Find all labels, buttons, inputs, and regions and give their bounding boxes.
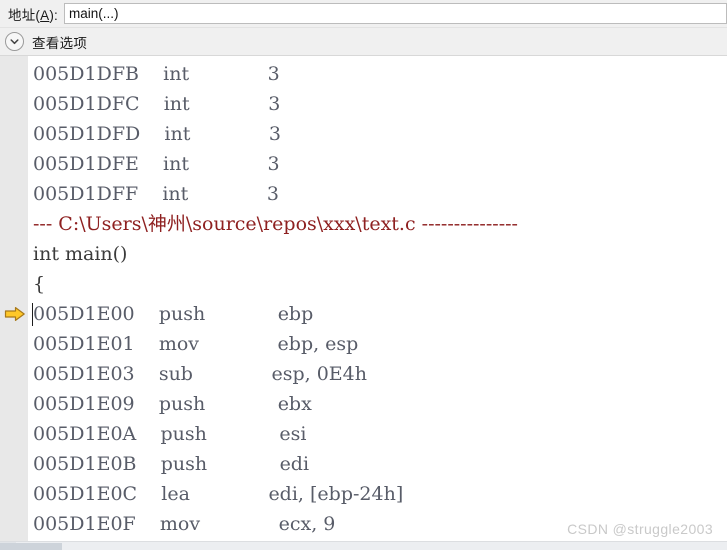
instruction-mnemonic: push <box>158 393 206 415</box>
disassembly-row[interactable]: 005D1DFD int 3 <box>0 119 727 149</box>
source-code-row[interactable]: int main() <box>0 239 727 269</box>
horizontal-scrollbar[interactable] <box>0 541 727 550</box>
execution-pointer-arrow-icon <box>4 306 26 322</box>
source-file-path: --- C:\Users\神州\source\repos\xxx\text.c … <box>33 213 518 235</box>
disassembly-row[interactable]: 005D1E09 push ebx <box>0 389 727 419</box>
text-caret <box>32 303 33 326</box>
instruction-operands: 3 <box>267 153 280 175</box>
instruction-mnemonic: push <box>160 423 207 445</box>
disassembly-row[interactable]: 005D1E03 sub esp, 0E4h <box>0 359 727 389</box>
disassembly-row[interactable]: 005D1DFC int 3 <box>0 89 727 119</box>
instruction-address: 005D1E0C <box>33 483 138 505</box>
disassembly-row[interactable]: 005D1E00 push ebp <box>0 299 727 329</box>
instruction-operands: esp, 0E4h <box>271 363 368 385</box>
instruction-address: 005D1DFB <box>33 63 139 85</box>
instruction-address: 005D1E03 <box>33 363 135 385</box>
instruction-operands: 3 <box>267 63 280 85</box>
instruction-operands: 3 <box>268 93 281 115</box>
instruction-operands: ebp, esp <box>277 333 359 355</box>
code-listing[interactable]: 005D1DFB int 3 005D1DFC int 3 005D1DFD int… <box>0 56 727 547</box>
view-options-label: 查看选项 <box>32 35 88 51</box>
address-toolbar: 地址(A): <box>0 0 727 28</box>
instruction-operands: ebp <box>277 303 314 325</box>
instruction-address: 005D1DFE <box>33 153 139 175</box>
disassembly-row[interactable]: 005D1DFE int 3 <box>0 149 727 179</box>
instruction-mnemonic: sub <box>158 363 193 385</box>
instruction-mnemonic: lea <box>161 483 190 505</box>
instruction-operands: edi, [ebp-24h] <box>268 483 404 505</box>
instruction-mnemonic: mov <box>159 513 201 535</box>
instruction-mnemonic: int <box>164 123 191 145</box>
instruction-address: 005D1DFF <box>33 183 139 205</box>
source-code-row[interactable]: { <box>0 269 727 299</box>
instruction-address: 005D1DFD <box>33 123 141 145</box>
instruction-address: 005D1DFC <box>33 93 140 115</box>
instruction-address: 005D1E0B <box>33 453 137 475</box>
instruction-mnemonic: int <box>162 183 189 205</box>
address-label: 地址(A): <box>8 7 58 23</box>
instruction-mnemonic: push <box>160 453 208 475</box>
address-input-wrapper <box>63 3 727 24</box>
disassembly-row[interactable]: 005D1E0C lea edi, [ebp-24h] <box>0 479 727 509</box>
source-file-separator[interactable]: --- C:\Users\神州\source\repos\xxx\text.c … <box>0 209 727 239</box>
scrollbar-thumb[interactable] <box>0 543 62 550</box>
instruction-operands: edi <box>279 453 310 475</box>
instruction-address: 005D1E0F <box>33 513 136 535</box>
instruction-operands: ebx <box>277 393 312 415</box>
source-code-text: { <box>33 273 46 295</box>
instruction-operands: 3 <box>268 123 281 145</box>
instruction-address: 005D1E01 <box>33 333 135 355</box>
instruction-mnemonic: int <box>163 63 190 85</box>
instruction-address: 005D1E09 <box>33 393 135 415</box>
disassembly-row[interactable]: 005D1DFF int 3 <box>0 179 727 209</box>
chevron-down-icon[interactable] <box>5 32 24 51</box>
disassembly-row[interactable]: 005D1E0A push esi <box>0 419 727 449</box>
disassembly-row[interactable]: 005D1E01 mov ebp, esp <box>0 329 727 359</box>
instruction-mnemonic: int <box>163 93 190 115</box>
instruction-mnemonic: int <box>163 153 189 175</box>
view-options-expander[interactable]: 查看选项 <box>0 28 727 56</box>
disassembly-pane[interactable]: 005D1DFB int 3 005D1DFC int 3 005D1DFD int… <box>0 56 727 547</box>
instruction-mnemonic: push <box>158 303 206 325</box>
address-input[interactable] <box>63 3 727 24</box>
disassembly-window: 地址(A): 查看选项 005D1DFB int 3005D1DFC int 3… <box>0 0 727 550</box>
instruction-address: 005D1E0A <box>33 423 137 445</box>
instruction-address: 005D1E00 <box>33 303 135 325</box>
instruction-mnemonic: mov <box>158 333 200 355</box>
disassembly-row[interactable]: 005D1E0B push edi <box>0 449 727 479</box>
disassembly-row[interactable]: 005D1DFB int 3 <box>0 59 727 89</box>
watermark: CSDN @struggle2003 <box>567 521 713 537</box>
instruction-operands: 3 <box>266 183 279 205</box>
instruction-operands: esi <box>279 423 307 445</box>
source-code-text: int main() <box>33 243 128 265</box>
instruction-operands: ecx, 9 <box>278 513 336 535</box>
